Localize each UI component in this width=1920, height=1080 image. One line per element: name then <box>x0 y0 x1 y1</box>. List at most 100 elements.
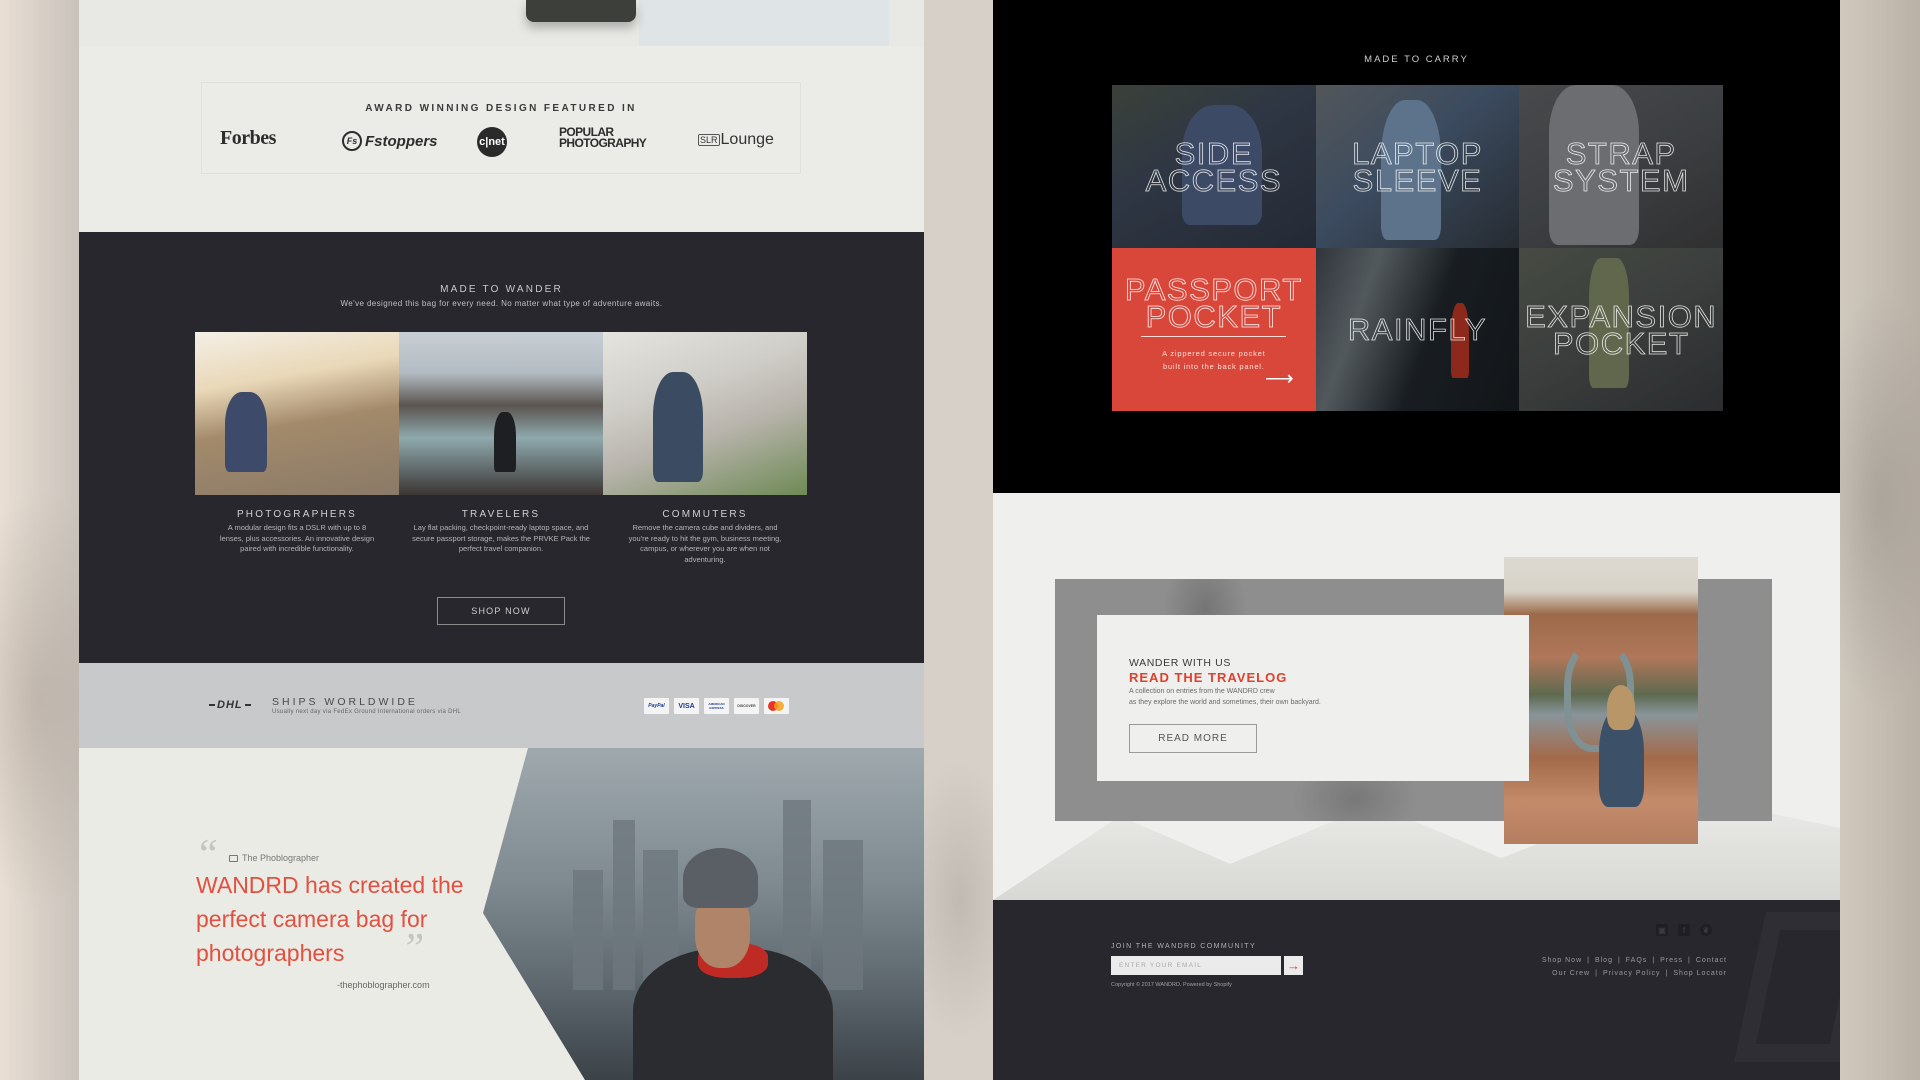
footer-link-privacy-policy[interactable]: Privacy Policy <box>1603 970 1661 977</box>
separator: | <box>1617 957 1621 964</box>
tile-description: A zippered secure pocket built into the … <box>1162 347 1265 373</box>
tile-expansion-pocket[interactable]: EXPANSION POCKET <box>1519 248 1723 411</box>
quote-attribution[interactable]: -thephoblographer.com <box>337 980 430 990</box>
footer-link-shop-locator[interactable]: Shop Locator <box>1673 970 1727 977</box>
footer-link-contact[interactable]: Contact <box>1696 957 1727 964</box>
footer-links-row: Our Crew | Privacy Policy | Shop Locator <box>1542 967 1727 980</box>
paypal-icon: PayPal <box>644 698 669 714</box>
payment-methods: PayPal VISA AMERICAN EXPRESS DISCOVER <box>644 698 789 714</box>
separator: | <box>1595 970 1598 977</box>
slr-lounge-logo[interactable]: SLR Lounge <box>698 131 774 149</box>
footer-links: Shop Now | Blog | FAQs | Press | Contact Our Cre… <box>1542 954 1727 980</box>
social-links: ▣ f ❦ <box>1656 924 1712 936</box>
tile-strap-system[interactable]: STRAP SYSTEM <box>1519 85 1723 248</box>
made-to-wander-section: MADE TO WANDER We've designed this bag f… <box>79 232 924 663</box>
section-subtitle: We've designed this bag for every need. … <box>340 299 663 308</box>
quote-open-icon: “ <box>195 832 219 878</box>
footer-link-faqs[interactable]: FAQs <box>1626 957 1648 964</box>
tile-laptop-sleeve[interactable]: LAPTOP SLEEVE <box>1315 85 1520 248</box>
separator: | <box>1688 957 1691 964</box>
feature-column: TRAVELERS Lay flat packing, checkpoint-r… <box>399 509 603 555</box>
photo-row <box>195 332 807 495</box>
shipping-subtitle: Usually next day via FedEx Ground Intern… <box>272 709 462 715</box>
fstoppers-logo[interactable]: Fs Fstoppers <box>342 131 438 151</box>
tile-label: SIDE ACCESS <box>1145 135 1283 198</box>
feature-column: PHOTOGRAPHERS A modular design fits a DS… <box>195 509 399 555</box>
twitter-icon[interactable]: ❦ <box>1700 924 1712 936</box>
feature-column: COMMUTERS Remove the camera cube and div… <box>603 509 807 565</box>
tile-rainfly[interactable]: RAINFLY <box>1315 248 1520 411</box>
footer: ▣ f ❦ JOIN THE WANDRD COMMUNITY → Copyri… <box>993 900 1840 1080</box>
tile-label: RAINFLY <box>1347 312 1488 347</box>
footer-link-shop-now[interactable]: Shop Now <box>1542 957 1582 964</box>
amex-icon: AMERICAN EXPRESS <box>704 698 729 714</box>
left-page-mockup: AWARD WINNING DESIGN FEATURED IN Forbes … <box>79 0 924 1080</box>
wandrd-logo-mark <box>1734 912 1840 1062</box>
hero-bag-image <box>526 0 636 22</box>
footer-links-row: Shop Now | Blog | FAQs | Press | Contact <box>1542 954 1727 967</box>
arrow-right-icon[interactable]: ⟶ <box>1265 366 1294 391</box>
tile-side-access[interactable]: SIDE ACCESS <box>1112 85 1316 248</box>
footer-link-press[interactable]: Press <box>1660 957 1683 964</box>
traveler-photo <box>399 332 603 495</box>
feature-text: A modular design fits a DSLR with up to … <box>219 523 375 553</box>
shipping-title: SHIPS WORLDWIDE <box>272 696 418 708</box>
visa-icon: VISA <box>674 698 699 714</box>
quote-text: WANDRD has created the perfect camera ba… <box>196 872 464 966</box>
slr-lounge-text: Lounge <box>720 131 774 148</box>
feature-grid: SIDE ACCESS LAPTOP SLEEVE STRAP SYSTEM P… <box>1112 85 1723 411</box>
tile-passport-pocket[interactable]: PASSPORT POCKET A zippered secure pocket… <box>1112 248 1316 411</box>
footer-link-our-crew[interactable]: Our Crew <box>1552 970 1590 977</box>
shipping-strip: DHL SHIPS WORLDWIDE Usually next day via… <box>79 663 924 748</box>
right-page-mockup: MADE TO CARRY SIDE ACCESS LAPTOP SLEEVE … <box>993 0 1840 1080</box>
footer-link-blog[interactable]: Blog <box>1595 957 1613 964</box>
dhl-logo: DHL <box>207 699 253 711</box>
read-more-button[interactable]: READ MORE <box>1129 724 1257 753</box>
tile-label: EXPANSION POCKET <box>1525 298 1718 361</box>
tile-description-line: built into the back panel. <box>1162 362 1265 371</box>
press-section: AWARD WINNING DESIGN FEATURED IN Forbes … <box>201 82 801 174</box>
travelog-title: READ THE TRAVELOG <box>1129 670 1288 685</box>
email-submit-button[interactable]: → <box>1284 956 1303 975</box>
email-input[interactable] <box>1111 956 1281 975</box>
made-to-carry-section: MADE TO CARRY SIDE ACCESS LAPTOP SLEEVE … <box>993 0 1840 493</box>
feature-text: Lay flat packing, checkpoint-ready lapto… <box>412 523 590 553</box>
separator: | <box>1652 957 1656 964</box>
popular-photography-logo[interactable]: POPULAR PHOTOGRAPHY <box>559 126 647 150</box>
section-title: MADE TO CARRY <box>1364 54 1469 65</box>
tile-label: PASSPORT POCKET <box>1124 272 1303 334</box>
press-title: AWARD WINNING DESIGN FEATURED IN <box>365 103 637 114</box>
mastercard-icon <box>764 698 789 714</box>
forbes-logo[interactable]: Forbes <box>220 127 276 150</box>
fstoppers-text: Fstoppers <box>365 132 438 150</box>
travelog-card: WANDER WITH US READ THE TRAVELOG A colle… <box>1097 615 1529 781</box>
feature-title: PHOTOGRAPHERS <box>236 509 358 520</box>
cnet-logo[interactable]: c|net <box>477 127 507 157</box>
shop-now-button[interactable]: SHOP NOW <box>437 597 565 625</box>
feature-title: COMMUTERS <box>662 509 748 520</box>
quote-close-icon: ” <box>401 926 425 972</box>
phoblographer-icon <box>229 854 238 862</box>
travelog-kicker: WANDER WITH US <box>1129 657 1231 669</box>
hero-image-bottom <box>79 0 924 46</box>
tile-label: LAPTOP SLEEVE <box>1352 135 1483 198</box>
quote-source-name: The Phoblographer <box>242 853 320 863</box>
feature-title: TRAVELERS <box>461 509 541 520</box>
photographer-photo <box>195 332 399 495</box>
description-line: as they explore the world and sometimes,… <box>1129 698 1321 706</box>
description-line: A collection on entries from the WANDRD … <box>1129 688 1275 695</box>
quote-source: The Phoblographer <box>229 853 319 863</box>
camera-icon: SLR <box>698 134 720 146</box>
tile-label: STRAP SYSTEM <box>1552 135 1690 198</box>
testimonial-section: “ The Phoblographer WANDRD has created t… <box>79 748 924 1080</box>
feature-text: Remove the camera cube and dividers, and… <box>628 523 782 564</box>
newsletter-label: JOIN THE WANDRD COMMUNITY <box>1111 943 1257 950</box>
canyon-photo <box>1504 557 1698 844</box>
divider <box>1141 336 1287 337</box>
separator: | <box>1587 957 1590 964</box>
copyright-text: Copyright © 2017 WANDRD. Powered by Shop… <box>1111 982 1232 988</box>
facebook-icon[interactable]: f <box>1678 924 1690 936</box>
popphoto-line2: PHOTOGRAPHY <box>559 136 647 150</box>
commuter-photo <box>603 332 807 495</box>
instagram-icon[interactable]: ▣ <box>1656 924 1668 936</box>
